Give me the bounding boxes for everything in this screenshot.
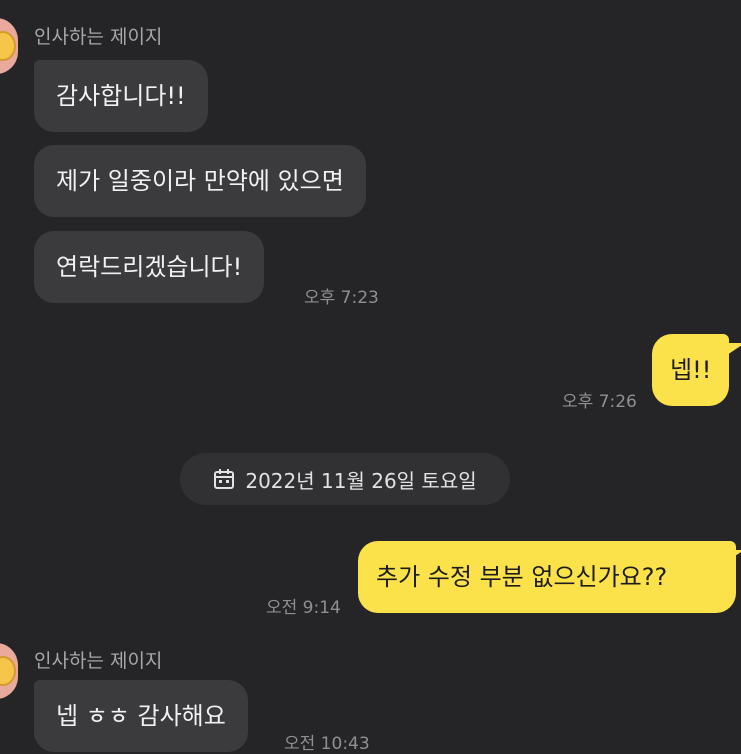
- incoming-message-bubble[interactable]: 감사합니다!!: [34, 60, 208, 132]
- incoming-message-bubble[interactable]: 넵 ㅎㅎ 감사해요: [34, 680, 248, 752]
- sender-name: 인사하는 제이지: [34, 26, 163, 48]
- sender-name: 인사하는 제이지: [34, 650, 163, 672]
- incoming-message-bubble[interactable]: 제가 일중이라 만약에 있으면: [34, 145, 366, 217]
- outgoing-message-bubble[interactable]: 넵!!: [652, 334, 730, 406]
- outgoing-message-bubble[interactable]: 추가 수정 부분 없으신가요??: [358, 541, 736, 613]
- bubble-tail: [727, 343, 741, 355]
- avatar-face-icon: [0, 31, 16, 61]
- avatar-face-icon: [0, 656, 16, 686]
- sender-avatar[interactable]: [0, 643, 18, 699]
- date-label: 2022년 11월 26일 토요일: [245, 468, 477, 493]
- date-divider: 2022년 11월 26일 토요일: [180, 453, 510, 505]
- calendar-icon: [214, 469, 235, 489]
- message-timestamp: 오전 9:14: [266, 598, 341, 618]
- incoming-message-bubble[interactable]: 연락드리겠습니다!: [34, 231, 265, 303]
- message-timestamp: 오후 7:26: [562, 392, 637, 412]
- sender-avatar[interactable]: [0, 18, 18, 74]
- message-timestamp: 오전 10:43: [284, 734, 370, 754]
- bubble-tail: [726, 550, 741, 562]
- message-timestamp: 오후 7:23: [304, 288, 379, 308]
